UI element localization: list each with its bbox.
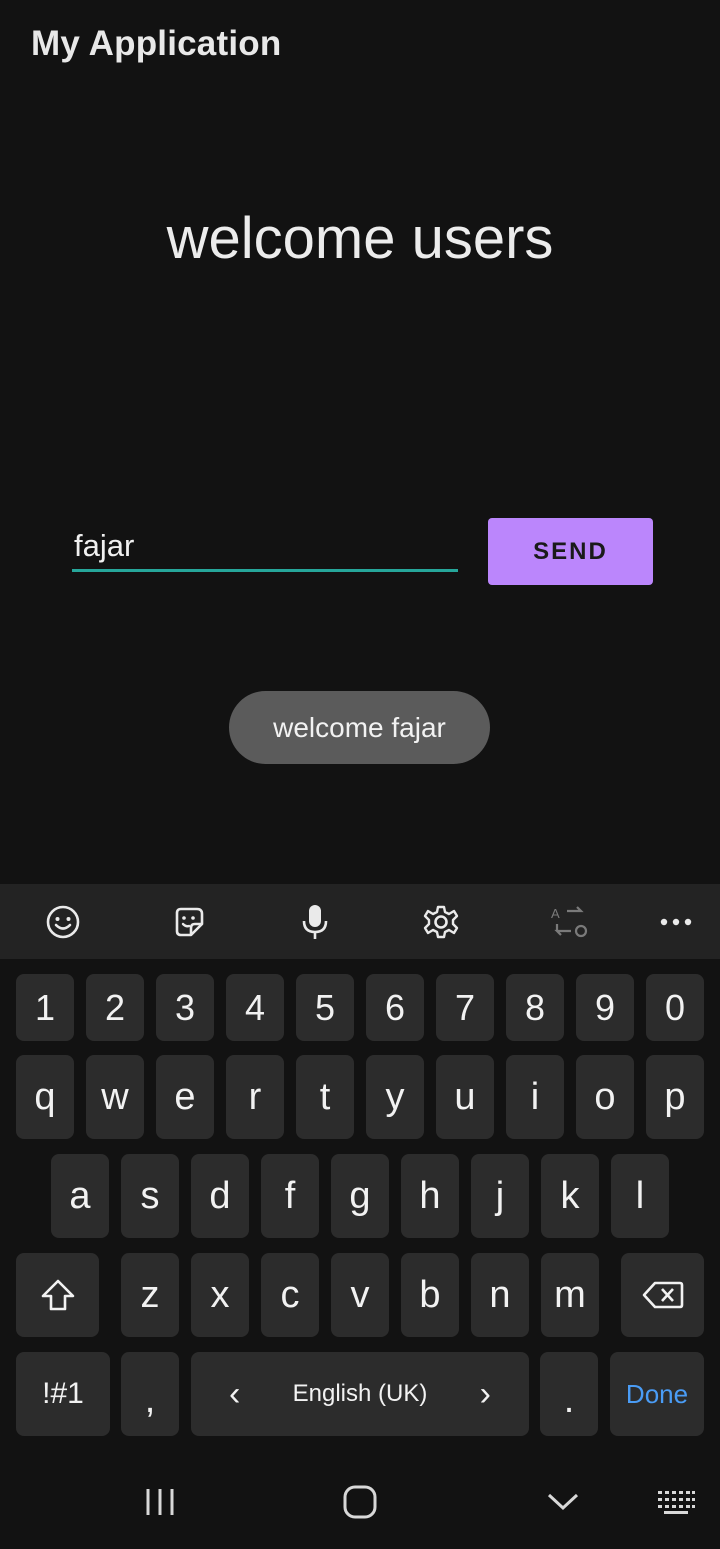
key[interactable]: w	[86, 1055, 144, 1139]
key[interactable]: 5	[296, 974, 354, 1041]
language-prev-icon: ‹	[229, 1374, 241, 1413]
key[interactable]: b	[401, 1253, 459, 1337]
key[interactable]: z	[121, 1253, 179, 1337]
key[interactable]: 4	[226, 974, 284, 1041]
key[interactable]: u	[436, 1055, 494, 1139]
key[interactable]: q	[16, 1055, 74, 1139]
key[interactable]: c	[261, 1253, 319, 1337]
key[interactable]: p	[646, 1055, 704, 1139]
key[interactable]: y	[366, 1055, 424, 1139]
key[interactable]: i	[506, 1055, 564, 1139]
emoji-icon[interactable]	[28, 884, 98, 959]
backspace-icon	[642, 1281, 683, 1309]
sticker-icon[interactable]	[154, 884, 224, 959]
key[interactable]: n	[471, 1253, 529, 1337]
shift-key[interactable]	[16, 1253, 99, 1337]
translate-icon: A	[534, 884, 604, 959]
keyboard-icon	[658, 1491, 695, 1514]
key[interactable]: g	[331, 1154, 389, 1238]
language-next-icon: ›	[479, 1374, 491, 1413]
key[interactable]: f	[261, 1154, 319, 1238]
key[interactable]: e	[156, 1055, 214, 1139]
home-button[interactable]	[320, 1455, 400, 1549]
key[interactable]: x	[191, 1253, 249, 1337]
back-button[interactable]	[523, 1455, 603, 1549]
key[interactable]: 8	[506, 974, 564, 1041]
done-key[interactable]: Done	[610, 1352, 704, 1436]
home-icon	[343, 1485, 377, 1519]
microphone-icon[interactable]	[280, 884, 350, 959]
key[interactable]: a	[51, 1154, 109, 1238]
recent-apps-button[interactable]	[120, 1455, 200, 1549]
key[interactable]: 0	[646, 974, 704, 1041]
svg-text:A: A	[551, 906, 560, 921]
key[interactable]: m	[541, 1253, 599, 1337]
key[interactable]: t	[296, 1055, 354, 1139]
key[interactable]: 3	[156, 974, 214, 1041]
key[interactable]: j	[471, 1154, 529, 1238]
language-label: English (UK)	[292, 1380, 428, 1407]
key[interactable]: 2	[86, 974, 144, 1041]
key[interactable]: l	[611, 1154, 669, 1238]
comma-key[interactable]: ,	[121, 1352, 179, 1436]
send-button[interactable]: SEND	[488, 518, 653, 585]
key[interactable]: 1	[16, 974, 74, 1041]
toast-message: welcome fajar	[229, 691, 490, 764]
symbols-key[interactable]: !#1	[16, 1352, 110, 1436]
key[interactable]: d	[191, 1154, 249, 1238]
settings-icon[interactable]	[406, 884, 476, 959]
toast-text: welcome fajar	[273, 711, 446, 743]
keyboard-switch-button[interactable]	[636, 1455, 716, 1549]
key[interactable]: 6	[366, 974, 424, 1041]
keyboard-toolbar: A	[0, 884, 720, 959]
period-key[interactable]: .	[540, 1352, 598, 1436]
chevron-down-icon	[547, 1493, 579, 1511]
key[interactable]: v	[331, 1253, 389, 1337]
key[interactable]: 7	[436, 974, 494, 1041]
shift-icon	[41, 1279, 74, 1311]
welcome-heading: welcome users	[166, 206, 554, 271]
key[interactable]: 9	[576, 974, 634, 1041]
key[interactable]: s	[121, 1154, 179, 1238]
key[interactable]: o	[576, 1055, 634, 1139]
app-title: My Application	[31, 24, 282, 63]
backspace-key[interactable]	[621, 1253, 704, 1337]
space-bar[interactable]: ‹ English (UK) ›	[191, 1352, 529, 1436]
recent-apps-icon	[146, 1489, 174, 1515]
more-icon[interactable]	[641, 884, 711, 959]
key[interactable]: r	[226, 1055, 284, 1139]
name-input[interactable]	[72, 522, 458, 572]
key[interactable]: k	[541, 1154, 599, 1238]
navigation-bar	[0, 1455, 720, 1549]
key[interactable]: h	[401, 1154, 459, 1238]
